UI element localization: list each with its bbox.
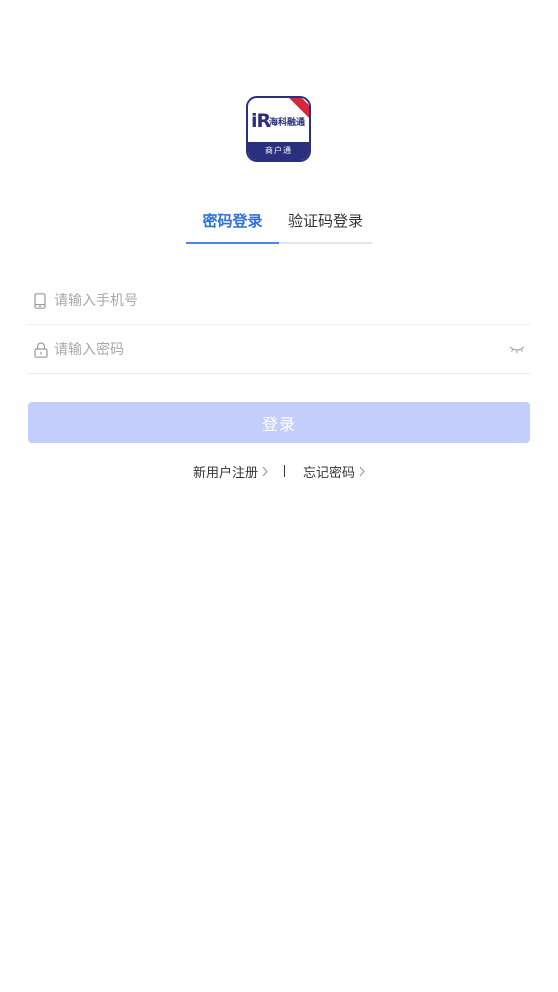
phone-icon: [28, 277, 54, 325]
logo-name: 海科融通: [269, 118, 306, 128]
tab-code-login[interactable]: 验证码登录: [279, 200, 372, 244]
password-input[interactable]: [54, 327, 504, 372]
password-field: [28, 326, 530, 374]
phone-input[interactable]: [54, 278, 530, 323]
chevron-right-icon: [359, 466, 365, 477]
register-label: 新用户注册: [192, 465, 258, 481]
auth-links: 新用户注册 忘记密码: [0, 459, 558, 483]
links-divider: [284, 465, 285, 477]
chevron-right-icon: [262, 466, 268, 477]
login-tabs: 密码登录 验证码登录: [186, 200, 372, 244]
forgot-password-link[interactable]: 忘记密码: [303, 462, 365, 481]
logo-subtitle: 商户通: [248, 142, 309, 160]
phone-field: [28, 277, 530, 325]
lock-icon: [28, 326, 54, 374]
eye-closed-icon[interactable]: [504, 326, 530, 374]
logo-mark: iR: [251, 110, 271, 132]
forgot-label: 忘记密码: [303, 465, 356, 481]
tab-password-login[interactable]: 密码登录: [186, 200, 279, 244]
register-link[interactable]: 新用户注册: [193, 462, 268, 481]
login-button[interactable]: 登录: [28, 402, 530, 443]
app-logo: iR 海科融通 商户通: [246, 96, 311, 162]
